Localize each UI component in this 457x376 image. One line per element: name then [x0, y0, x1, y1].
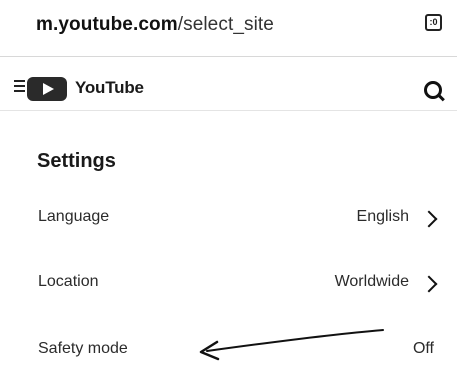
- hamburger-menu-icon[interactable]: [14, 80, 25, 93]
- app-title[interactable]: YouTube: [75, 78, 144, 98]
- youtube-logo-icon[interactable]: [27, 77, 67, 101]
- chevron-right-icon: [420, 275, 438, 293]
- browser-url-bar[interactable]: m.youtube.com/select_site :0: [0, 0, 457, 57]
- setting-value: English: [356, 208, 409, 225]
- settings-row-language[interactable]: Language English: [0, 194, 457, 244]
- url-text[interactable]: m.youtube.com/select_site: [36, 14, 274, 36]
- settings-row-location[interactable]: Location Worldwide: [0, 259, 457, 309]
- setting-value: Off: [412, 340, 434, 357]
- url-domain: m.youtube.com: [36, 14, 178, 35]
- setting-label: Language: [38, 208, 110, 225]
- chevron-right-icon: [420, 210, 438, 228]
- page-title: Settings: [37, 150, 116, 172]
- tab-switcher-icon[interactable]: :0: [425, 14, 442, 31]
- app-header: YouTube: [0, 66, 457, 111]
- search-icon[interactable]: [424, 81, 445, 102]
- setting-label: Safety mode: [38, 340, 128, 357]
- setting-label: Location: [38, 273, 99, 290]
- setting-value: Worldwide: [334, 273, 409, 290]
- hand-drawn-arrow-icon: [199, 329, 384, 361]
- url-path: /select_site: [177, 14, 274, 35]
